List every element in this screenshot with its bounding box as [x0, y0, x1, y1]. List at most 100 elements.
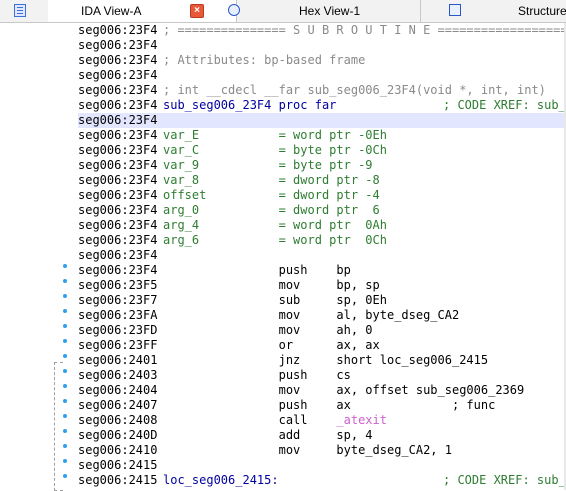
line-address: seg006:23F4	[78, 98, 158, 112]
listing-line[interactable]: seg006:23FF or ax, ax	[78, 338, 566, 353]
line-address: seg006:23F4	[78, 23, 158, 37]
line-text: sub sp, 0Eh	[163, 293, 387, 307]
listing-line[interactable]: seg006:23F4 arg_4 = word ptr 0Ah	[78, 218, 566, 233]
struct-icon	[449, 4, 461, 16]
listing-line[interactable]: seg006:23F7 sub sp, 0Eh	[78, 293, 566, 308]
line-address: seg006:23FA	[78, 308, 158, 322]
listing-line[interactable]: seg006:23F5 mov bp, sp	[78, 278, 566, 293]
listing-line[interactable]: seg006:2410 mov byte_dseg_CA2, 1	[78, 443, 566, 458]
line-address: seg006:23F4	[78, 203, 158, 217]
tab-ida-view-label: IDA View-A	[81, 4, 142, 18]
tab-hex-view-label: Hex View-1	[299, 4, 361, 18]
listing-line[interactable]: seg006:23F4 arg_0 = dword ptr 6	[78, 203, 566, 218]
line-text: ; =============== S U B R O U T I N E ==…	[163, 23, 566, 37]
listing-line[interactable]: seg006:2403 push cs	[78, 368, 566, 383]
tab-hex-view[interactable]: Hex View-1	[228, 0, 421, 22]
listing-line[interactable]: seg006:23F4 var_9 = byte ptr -9	[78, 158, 566, 173]
breakpoint-dot[interactable]	[63, 444, 67, 448]
listing-line[interactable]: seg006:23FD mov ah, 0	[78, 323, 566, 338]
listing-line[interactable]: seg006:23FA mov al, byte_dseg_CA2	[78, 308, 566, 323]
breakpoint-dot[interactable]	[63, 474, 67, 478]
line-address: seg006:2410	[78, 443, 158, 457]
breakpoint-dot[interactable]	[63, 354, 67, 358]
xref-comment[interactable]: ; CODE XREF: sub_s	[443, 473, 566, 488]
listing-line[interactable]: seg006:23F4 var_E = word ptr -0Eh	[78, 128, 566, 143]
line-address: seg006:23F4	[78, 173, 158, 187]
line-address: seg006:2401	[78, 353, 158, 367]
breakpoint-dot[interactable]	[63, 429, 67, 433]
line-text: var_8 = dword ptr -8	[163, 173, 380, 187]
listing-line[interactable]: seg006:23F4 var_8 = dword ptr -8	[78, 173, 566, 188]
listing-line[interactable]: seg006:240D add sp, 4	[78, 428, 566, 443]
line-text: mov ax, offset sub_seg006_2369	[163, 383, 525, 397]
listing-line[interactable]: seg006:2401 jnz short loc_seg006_2415	[78, 353, 566, 368]
listing-line[interactable]: seg006:23F4 ; =============== S U B R O U…	[78, 23, 566, 38]
line-address: seg006:23FD	[78, 323, 158, 337]
line-text: mov ah, 0	[163, 323, 373, 337]
line-address: seg006:23F4	[78, 83, 158, 97]
listing-line[interactable]: seg006:2415	[78, 458, 566, 473]
line-address: seg006:2404	[78, 383, 158, 397]
breakpoint-dot[interactable]	[63, 369, 67, 373]
breakpoint-dot[interactable]	[63, 414, 67, 418]
listing-line[interactable]: seg006:23F4 sub_seg006_23F4 proc far ; COD…	[78, 98, 566, 113]
listing-line[interactable]: seg006:23F4 offset = dword ptr -4	[78, 188, 566, 203]
listing-line[interactable]: seg006:23F4	[78, 248, 566, 263]
breakpoint-dot[interactable]	[63, 279, 67, 283]
line-address: seg006:23F4	[78, 233, 158, 247]
tab-structures[interactable]: Structure	[421, 0, 566, 22]
listing-line[interactable]: seg006:2404 mov ax, offset sub_seg006_23…	[78, 383, 566, 398]
listing-line[interactable]: seg006:23F4 ; int __cdecl __far sub_seg00…	[78, 83, 566, 98]
line-text: mov byte_dseg_CA2, 1	[163, 443, 452, 457]
breakpoint-dot[interactable]	[63, 459, 67, 463]
arrow-gutter	[0, 23, 78, 491]
line-address: seg006:23F4	[78, 158, 158, 172]
breakpoint-dot[interactable]	[63, 264, 67, 268]
xref-comment[interactable]: ; CODE XREF: sub_s	[443, 98, 566, 113]
call-target[interactable]: _atexit	[336, 413, 387, 427]
listing-line[interactable]: seg006:23F4 arg_6 = word ptr 0Ch	[78, 233, 566, 248]
line-text: add sp, 4	[163, 428, 373, 442]
tab-structures-label: Structure	[518, 4, 566, 18]
tab-ida-view[interactable]: IDA View-A ×	[48, 0, 237, 22]
line-text: var_E = word ptr -0Eh	[163, 128, 387, 142]
line-text: loc_seg006_2415:	[163, 473, 279, 487]
line-address: seg006:23F4	[78, 128, 158, 142]
line-address: seg006:2408	[78, 413, 158, 427]
hex-icon	[228, 4, 240, 16]
listing-line[interactable]: seg006:2415 loc_seg006_2415: ; CODE XREF: …	[78, 473, 566, 488]
line-address: seg006:23F7	[78, 293, 158, 307]
line-text: arg_4 = word ptr 0Ah	[163, 218, 387, 232]
line-address: seg006:23F5	[78, 278, 158, 292]
listing-line[interactable]: seg006:23F4 var_C = byte ptr -0Ch	[78, 143, 566, 158]
breakpoint-dot[interactable]	[63, 384, 67, 388]
breakpoint-dot[interactable]	[63, 294, 67, 298]
listing-line[interactable]: seg006:23F4	[78, 38, 566, 53]
breakpoint-dot[interactable]	[63, 339, 67, 343]
line-address: seg006:23F4	[78, 263, 158, 277]
line-address: seg006:23F4	[78, 53, 158, 67]
breakpoint-dot[interactable]	[63, 324, 67, 328]
listing-line[interactable]: seg006:2408 call _atexit	[78, 413, 566, 428]
jump-arrow	[54, 362, 63, 491]
listing-line[interactable]: seg006:23F4	[78, 68, 566, 83]
line-address: seg006:23F4	[78, 38, 158, 52]
close-icon[interactable]: ×	[190, 4, 204, 18]
line-text: sub_seg006_23F4 proc far	[163, 98, 337, 112]
listing-line[interactable]: seg006:23F4 ; Attributes: bp-based frame	[78, 53, 566, 68]
line-address: seg006:2415	[78, 458, 158, 472]
breakpoint-dot[interactable]	[63, 399, 67, 403]
line-text: arg_6 = word ptr 0Ch	[163, 233, 387, 247]
line-text: offset = dword ptr -4	[163, 188, 380, 202]
line-address: seg006:23F4	[78, 113, 158, 127]
listing-line[interactable]: seg006:23F4 push bp	[78, 263, 566, 278]
listing-line[interactable]: seg006:23F4	[78, 113, 566, 128]
line-text: mov al, byte_dseg_CA2	[163, 308, 460, 322]
disassembly-listing[interactable]: seg006:23F4 ; =============== S U B R O U…	[78, 23, 566, 490]
line-text: push ax ; func	[163, 398, 496, 412]
listing-line[interactable]: seg006:2407 push ax ; func	[78, 398, 566, 413]
breakpoint-dot[interactable]	[63, 309, 67, 313]
line-text: push cs	[163, 368, 351, 382]
line-address: seg006:23FF	[78, 338, 158, 352]
listing-icon[interactable]	[14, 4, 26, 17]
